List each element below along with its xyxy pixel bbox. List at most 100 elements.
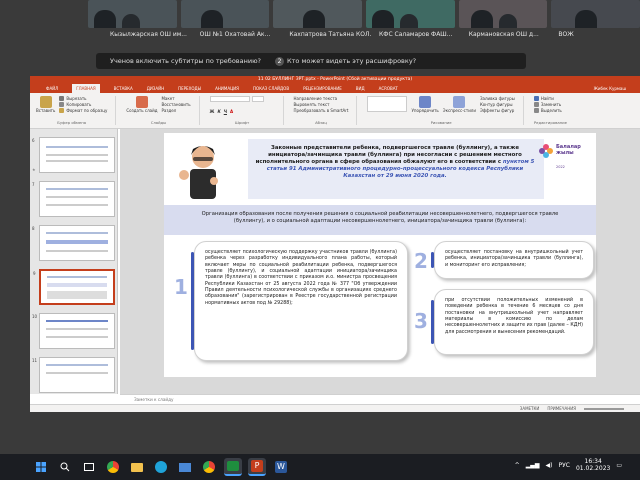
- user-name[interactable]: Жибек Курмаш: [594, 86, 626, 91]
- participant-tile[interactable]: [88, 0, 177, 28]
- smartart-button[interactable]: Преобразовать в SmartArt: [294, 108, 349, 113]
- new-slide-label: Создать слайд: [126, 108, 158, 113]
- chrome-app[interactable]: [104, 458, 122, 476]
- effects-button[interactable]: Эффекты фигур: [480, 108, 515, 113]
- copy-button[interactable]: Копировать: [59, 102, 107, 107]
- language-indicator[interactable]: РУС: [559, 462, 570, 469]
- section-button[interactable]: Раздел: [161, 108, 190, 113]
- task-view-button[interactable]: [80, 458, 98, 476]
- notes-button[interactable]: ЗАМЕТКИ: [520, 406, 540, 411]
- slide-thumbnail[interactable]: 8: [32, 225, 115, 261]
- step-number-3: 3: [414, 309, 428, 333]
- slide-thumbnail[interactable]: 6 ★: [32, 137, 115, 173]
- participant-tile[interactable]: [551, 0, 640, 28]
- volume-icon[interactable]: ◀): [546, 462, 553, 469]
- logo-line2: жылы: [556, 149, 574, 156]
- layout-button[interactable]: Макет: [161, 96, 190, 101]
- copy-label: Копировать: [66, 102, 92, 107]
- align-text-label: Выровнять текст: [293, 102, 330, 107]
- cut-button[interactable]: Вырезать: [59, 96, 107, 101]
- search-button[interactable]: [56, 458, 74, 476]
- status-bar: ЗАМЕТКИ ПРИМЕЧАНИЯ: [30, 404, 640, 412]
- chrome-app-2[interactable]: [200, 458, 218, 476]
- align-text-button[interactable]: Выровнять текст: [294, 102, 349, 107]
- tab-design[interactable]: ДИЗАЙН: [147, 86, 164, 91]
- slide-editor: Законные представители ребенка, подвергш…: [120, 129, 640, 394]
- mail-app[interactable]: [176, 458, 194, 476]
- font-size-select[interactable]: [251, 96, 264, 102]
- participant-tile[interactable]: [458, 0, 548, 28]
- network-icon[interactable]: ▂▄▆: [526, 462, 540, 469]
- slide-number: 11: [32, 358, 38, 363]
- clock[interactable]: 16:34 01.02.2023: [576, 458, 610, 472]
- tab-insert[interactable]: ВСТАВКА: [114, 86, 133, 91]
- step-card-2-text: осуществляет постановку на внутришкольны…: [445, 250, 583, 268]
- star-icon: ★: [32, 167, 36, 172]
- tab-review[interactable]: РЕЦЕНЗИРОВАНИЕ: [303, 86, 342, 91]
- word-app[interactable]: W: [272, 458, 290, 476]
- slide-thumbnail[interactable]: 7: [32, 181, 115, 217]
- format-painter-button[interactable]: Формат по образцу: [59, 108, 107, 113]
- slide-thumbnail[interactable]: 11: [32, 357, 115, 393]
- flower-logo-icon: [539, 144, 553, 158]
- slide-canvas[interactable]: Законные представители ребенка, подвергш…: [164, 133, 596, 377]
- balalar-logo: Балалар жылы 2022: [538, 143, 584, 173]
- quick-styles-button[interactable]: Экспресс-стили: [443, 96, 476, 113]
- tab-animation[interactable]: АНИМАЦИЯ: [215, 86, 239, 91]
- fill-button[interactable]: Заливка фигуры: [480, 96, 515, 101]
- slide-title-text: Законные представители ребенка, подвергш…: [255, 145, 522, 166]
- layout-label: Макет: [161, 96, 175, 101]
- replace-button[interactable]: Заменить: [533, 102, 567, 107]
- caption-prompt[interactable]: Ученов включить субтитры по требованию?: [110, 57, 261, 65]
- notes-pane[interactable]: Заметки к слайду: [120, 394, 640, 404]
- step-card-3-text: при отсутствии положительных изменений в…: [445, 298, 583, 335]
- edge-app[interactable]: [152, 458, 170, 476]
- step-card-1: осуществляет психологическую поддержку у…: [191, 241, 408, 361]
- ribbon-tabs: ФАЙЛ ГЛАВНАЯ ВСТАВКА ДИЗАЙН ПЕРЕХОДЫ АНИ…: [30, 84, 640, 93]
- new-slide-button[interactable]: Создать слайд: [126, 96, 157, 113]
- clipboard-group-label: Буфер обмена: [57, 120, 87, 125]
- notifications-icon[interactable]: ▭: [616, 462, 622, 469]
- text-direction-button[interactable]: Направление текста: [294, 96, 349, 101]
- step-number-2: 2: [414, 249, 428, 273]
- tab-transitions[interactable]: ПЕРЕХОДЫ: [178, 86, 201, 91]
- tab-view[interactable]: ВИД: [356, 86, 365, 91]
- participant-name: Кахпатрова Татьяна КОЛ...: [289, 31, 372, 38]
- participant-tile[interactable]: [273, 0, 363, 28]
- zoom-slider[interactable]: [584, 407, 624, 410]
- meet-app[interactable]: [224, 458, 242, 476]
- video-call-icon: [227, 461, 239, 471]
- tab-acrobat[interactable]: ACROBAT: [379, 86, 398, 91]
- outline-button[interactable]: Контур фигуры: [480, 102, 515, 107]
- participant-tile[interactable]: [180, 0, 270, 28]
- screen: Кызылжарская ОШ им... ОШ №1 Охатовай Ак.…: [0, 0, 640, 480]
- clock-time: 16:34: [584, 458, 602, 465]
- caption-question[interactable]: Кто может видеть эту расшифровку?: [287, 57, 416, 65]
- effects-label: Эффекты фигур: [479, 108, 515, 113]
- find-button[interactable]: Найти: [533, 96, 567, 101]
- windows-start-button[interactable]: [32, 458, 50, 476]
- chevron-up-icon[interactable]: ^: [515, 462, 520, 469]
- participant-tile[interactable]: [366, 0, 455, 28]
- tab-file[interactable]: ФАЙЛ: [46, 86, 58, 91]
- select-label: Выделить: [540, 108, 562, 113]
- font-color-icon[interactable]: A: [230, 109, 233, 114]
- file-explorer-app[interactable]: [128, 458, 146, 476]
- select-button[interactable]: Выделить: [533, 108, 567, 113]
- tab-slideshow[interactable]: ПОКАЗ СЛАЙДОВ: [253, 86, 289, 91]
- comments-button[interactable]: ПРИМЕЧАНИЯ: [547, 406, 576, 411]
- underline-button[interactable]: Ч: [224, 109, 227, 114]
- tab-home[interactable]: ГЛАВНАЯ: [72, 84, 100, 93]
- bold-button[interactable]: Ж: [210, 109, 215, 114]
- powerpoint-app[interactable]: P: [248, 458, 266, 476]
- slide-thumbnail[interactable]: 10: [32, 313, 115, 349]
- slide-thumbnail-selected[interactable]: 9: [33, 269, 115, 305]
- shapes-gallery[interactable]: [367, 96, 408, 112]
- reset-button[interactable]: Восстановить: [161, 102, 190, 107]
- font-name-select[interactable]: [209, 96, 250, 102]
- paste-button[interactable]: Вставить: [36, 96, 55, 113]
- mail-icon: [179, 462, 191, 472]
- italic-button[interactable]: К: [217, 109, 220, 114]
- arrange-button[interactable]: Упорядочить: [411, 96, 439, 113]
- slide-number: 8: [32, 226, 35, 231]
